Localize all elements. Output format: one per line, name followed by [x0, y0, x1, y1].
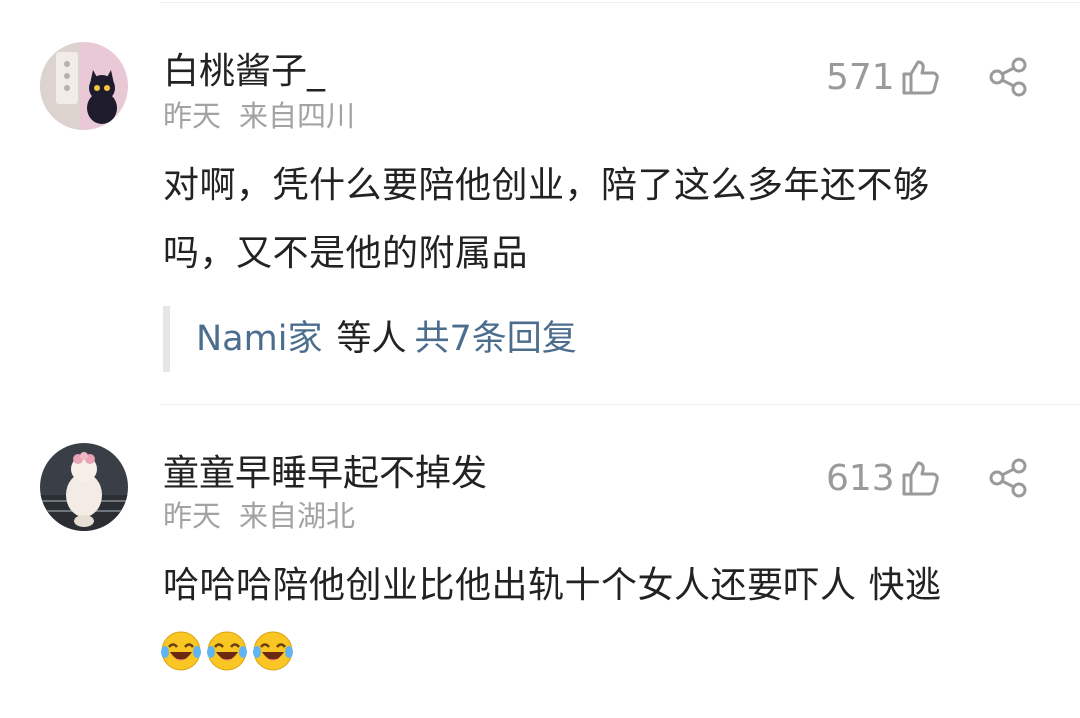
laugh-cry-emoji — [161, 631, 201, 671]
comment-meta: 昨天 来自湖北 — [163, 498, 355, 534]
like-count: 571 — [826, 57, 895, 98]
thumbs-up-icon[interactable] — [900, 458, 940, 498]
laugh-cry-emoji — [207, 631, 247, 671]
thumbs-up-icon[interactable] — [900, 57, 940, 97]
comment-divider — [160, 404, 1080, 405]
reply-names[interactable]: Nami家 — [196, 319, 322, 359]
svg-text:♪: ♪ — [44, 111, 52, 125]
comment-text: 对啊，凭什么要陪他创业，陪了这么多年还不够 吗，又不是他的附属品 — [163, 156, 1043, 284]
username[interactable]: 白桃酱子_ — [163, 50, 325, 94]
comment-text-line: 吗，又不是他的附属品 — [163, 233, 529, 274]
reply-total-link[interactable]: 共7条回复 — [414, 319, 576, 359]
comment-text: 哈哈哈陪他创业比他出轨十个女人还要吓人 快逃 — [163, 556, 1043, 616]
emoji-row — [160, 630, 294, 674]
avatar[interactable] — [40, 443, 128, 531]
comment-text-line: 对啊，凭什么要陪他创业，陪了这么多年还不够 — [163, 165, 930, 206]
share-icon[interactable] — [988, 57, 1028, 97]
comment-meta: 昨天 来自四川 — [163, 98, 355, 134]
share-icon[interactable] — [988, 458, 1028, 498]
avatar[interactable]: ♪ — [40, 42, 128, 130]
like-count: 613 — [826, 458, 895, 499]
comment-location: 来自湖北 — [239, 499, 356, 533]
top-divider — [160, 2, 1080, 3]
comment-text-line: 哈哈哈陪他创业比他出轨十个女人还要吓人 快逃 — [163, 565, 942, 606]
comment-location: 来自四川 — [239, 99, 356, 133]
username[interactable]: 童童早睡早起不掉发 — [163, 452, 487, 496]
comment-date: 昨天 — [163, 499, 222, 533]
comment-date: 昨天 — [163, 99, 222, 133]
laugh-cry-emoji — [253, 631, 293, 671]
reply-summary[interactable]: Nami家 等人 共7条回复 — [163, 306, 763, 372]
reply-mid: 等人 — [336, 319, 407, 359]
